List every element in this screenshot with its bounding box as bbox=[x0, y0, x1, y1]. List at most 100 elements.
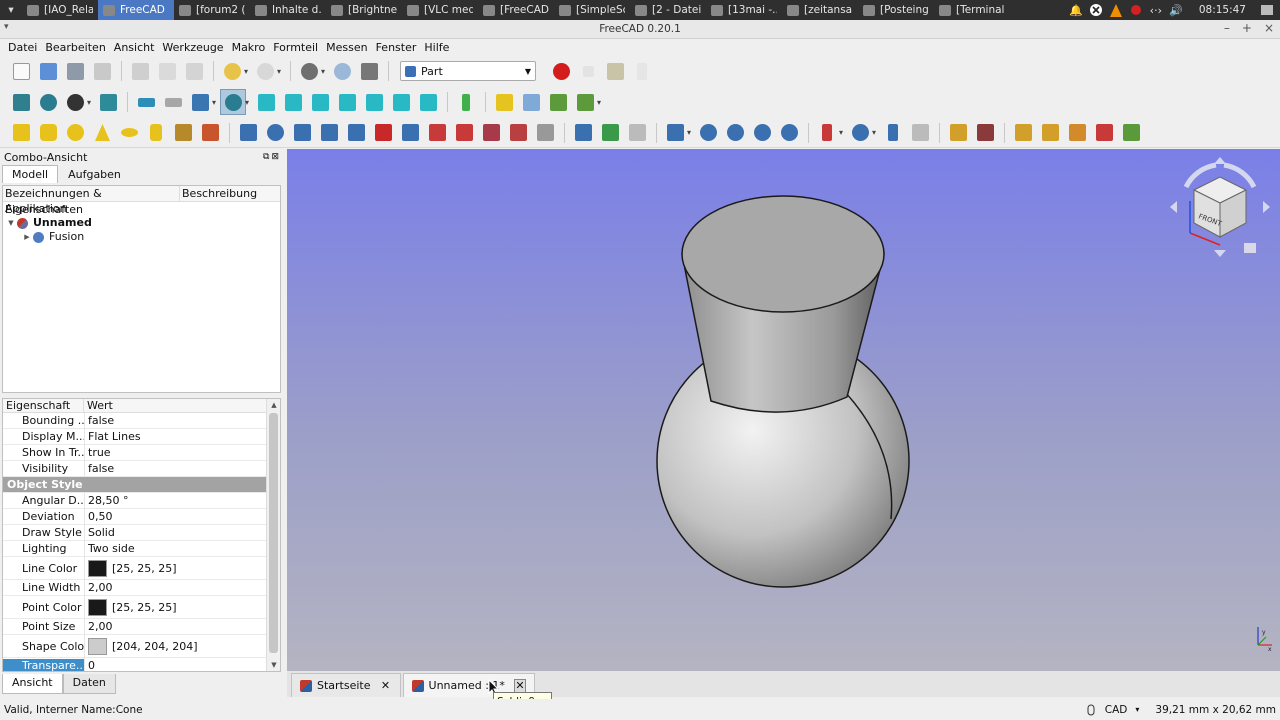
link-actions-icon[interactable] bbox=[572, 89, 598, 115]
chevron-down-icon[interactable]: ▾ bbox=[244, 67, 248, 76]
fillet-icon[interactable] bbox=[316, 120, 342, 146]
property-row[interactable]: Point Color [25, 25, 25] bbox=[3, 596, 267, 619]
make-face-icon[interactable] bbox=[370, 120, 396, 146]
taskbar-item[interactable]: [Terminal ... bbox=[934, 0, 1010, 20]
taskbar-item[interactable]: [SimpleSc... bbox=[554, 0, 630, 20]
tab-startseite[interactable]: Startseite ✕ bbox=[291, 673, 401, 697]
shape-builder-icon[interactable] bbox=[197, 120, 223, 146]
tree-item-document[interactable]: ▼ Unnamed bbox=[3, 216, 280, 230]
offset-icon[interactable] bbox=[532, 120, 558, 146]
cross-sections-icon[interactable] bbox=[505, 120, 531, 146]
property-value[interactable]: 0 bbox=[84, 658, 267, 671]
notification-bell-icon[interactable]: 🔔 bbox=[1069, 3, 1083, 17]
color-swatch[interactable] bbox=[88, 598, 107, 616]
rear-view-icon[interactable] bbox=[361, 89, 387, 115]
taskbar-item[interactable]: [Posteing... bbox=[858, 0, 934, 20]
chevron-down-icon[interactable]: ▼ bbox=[5, 216, 17, 230]
cube-icon[interactable] bbox=[8, 120, 34, 146]
navcube-menu-icon[interactable] bbox=[1244, 243, 1256, 253]
measure-clear-icon[interactable] bbox=[1091, 120, 1117, 146]
property-row[interactable]: Visibility false bbox=[3, 461, 267, 477]
taskbar-item[interactable]: [2 - Datei... bbox=[630, 0, 706, 20]
property-header-key[interactable]: Eigenschaft bbox=[3, 399, 84, 412]
chevron-right-icon[interactable]: ▶ bbox=[21, 230, 33, 244]
fusion-icon[interactable] bbox=[749, 120, 775, 146]
close-tab-icon[interactable]: ✕ bbox=[380, 679, 392, 693]
fit-all-icon[interactable] bbox=[8, 89, 34, 115]
macro-stop-icon[interactable] bbox=[575, 58, 601, 84]
section-icon[interactable] bbox=[478, 120, 504, 146]
maximize-icon[interactable]: + bbox=[1242, 21, 1252, 35]
taskbar-item[interactable]: [13mai -... bbox=[706, 0, 782, 20]
compound-icon[interactable] bbox=[662, 120, 688, 146]
taskbar-item[interactable]: [IAO_Rela... bbox=[22, 0, 98, 20]
color-swatch[interactable] bbox=[88, 637, 107, 655]
view-left-arrow-icon[interactable] bbox=[1170, 201, 1177, 213]
scroll-up-icon[interactable]: ▲ bbox=[267, 401, 280, 409]
tube-icon[interactable] bbox=[143, 120, 169, 146]
workbench-selector[interactable]: Part ▼ bbox=[400, 61, 537, 81]
window-menu-icon[interactable]: ▾ bbox=[4, 22, 9, 32]
property-row[interactable]: Angular D... 28,50 ° bbox=[3, 493, 267, 509]
desktop-icon[interactable] bbox=[1260, 3, 1274, 17]
split-icon[interactable] bbox=[847, 120, 873, 146]
attachment-icon[interactable] bbox=[880, 120, 906, 146]
measure-angular-icon[interactable] bbox=[1037, 120, 1063, 146]
property-header-value[interactable]: Wert bbox=[84, 399, 113, 412]
link-icon[interactable] bbox=[545, 89, 571, 115]
property-value[interactable]: Solid bbox=[84, 525, 267, 540]
right-view-icon[interactable] bbox=[334, 89, 360, 115]
chevron-down-icon[interactable]: ▾ bbox=[245, 98, 249, 107]
join-features-icon[interactable] bbox=[814, 120, 840, 146]
scroll-down-icon[interactable]: ▼ bbox=[267, 661, 280, 669]
property-value[interactable]: [204, 204, 204] bbox=[84, 635, 267, 657]
close-tab-icon[interactable]: ✕ bbox=[513, 678, 526, 693]
measure-refresh-icon[interactable] bbox=[1064, 120, 1090, 146]
recompute-icon[interactable] bbox=[329, 58, 355, 84]
network-icon[interactable]: ‹·› bbox=[1149, 3, 1163, 17]
property-row[interactable]: Transpare... 0 bbox=[3, 658, 267, 671]
chevron-down-icon[interactable]: ▾ bbox=[687, 128, 691, 137]
chevron-down-icon[interactable]: ▾ bbox=[597, 98, 601, 107]
left-view-icon[interactable] bbox=[415, 89, 441, 115]
taskbar-item[interactable]: [FreeCAD... bbox=[478, 0, 554, 20]
measure-linear-icon[interactable] bbox=[1010, 120, 1036, 146]
property-scrollbar[interactable]: ▲ ▼ bbox=[266, 399, 280, 671]
torus-icon[interactable] bbox=[116, 120, 142, 146]
copy-icon[interactable] bbox=[154, 58, 180, 84]
measure-distance-icon[interactable] bbox=[453, 89, 479, 115]
create-group-icon[interactable] bbox=[518, 89, 544, 115]
chevron-down-icon[interactable]: ▾ bbox=[277, 67, 281, 76]
new-document-icon[interactable] bbox=[8, 58, 34, 84]
thickness-icon[interactable] bbox=[570, 120, 596, 146]
float-panel-icon[interactable]: ⧉ bbox=[263, 152, 269, 162]
taskbar-item[interactable]: [Brightne... bbox=[326, 0, 402, 20]
property-value[interactable]: 0,50 bbox=[84, 509, 267, 524]
menu-item[interactable]: Formteil bbox=[269, 41, 322, 54]
cone-icon[interactable] bbox=[89, 120, 115, 146]
property-value[interactable]: false bbox=[84, 413, 267, 428]
extrude-icon[interactable] bbox=[235, 120, 261, 146]
record-icon[interactable] bbox=[1129, 3, 1143, 17]
projection-icon[interactable] bbox=[597, 120, 623, 146]
close-panel-icon[interactable]: ⊠ bbox=[271, 152, 279, 162]
ruled-surface-icon[interactable] bbox=[397, 120, 423, 146]
property-row[interactable]: Display M... Flat Lines bbox=[3, 429, 267, 445]
primitives-icon[interactable] bbox=[170, 120, 196, 146]
macro-record-icon[interactable] bbox=[548, 58, 574, 84]
accessibility-icon[interactable] bbox=[1089, 3, 1103, 17]
property-row[interactable]: Bounding ... false bbox=[3, 413, 267, 429]
chevron-down-icon[interactable]: ▾ bbox=[212, 98, 216, 107]
measure-toggle-icon[interactable] bbox=[1118, 120, 1144, 146]
loft-icon[interactable] bbox=[424, 120, 450, 146]
property-row[interactable]: Show In Tr... true bbox=[3, 445, 267, 461]
top-view-icon[interactable] bbox=[307, 89, 333, 115]
sync-view-icon[interactable] bbox=[187, 89, 213, 115]
cut-icon[interactable] bbox=[127, 58, 153, 84]
tab-ansicht[interactable]: Ansicht bbox=[2, 674, 63, 694]
paste-icon[interactable] bbox=[181, 58, 207, 84]
cylinder-icon[interactable] bbox=[35, 120, 61, 146]
bounding-box-icon[interactable] bbox=[95, 89, 121, 115]
sweep-icon[interactable] bbox=[451, 120, 477, 146]
navigation-cube[interactable]: FRONT bbox=[1168, 155, 1272, 259]
